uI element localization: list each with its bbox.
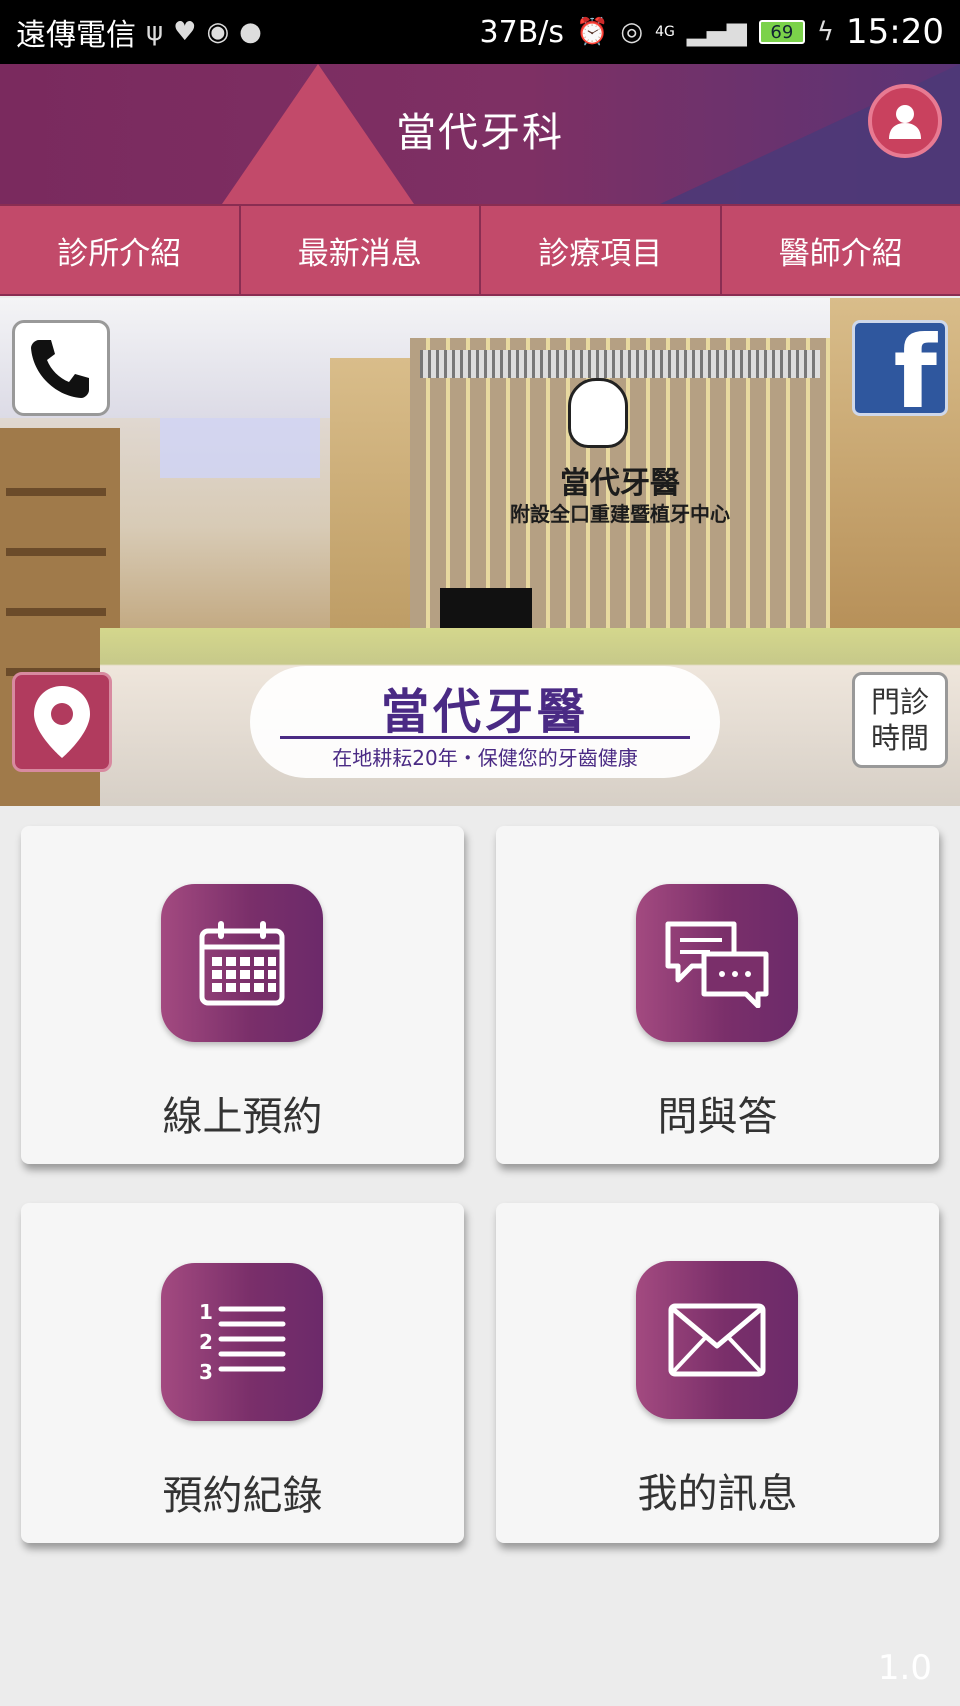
nav-latest-news[interactable]: 最新消息 bbox=[241, 206, 481, 294]
battery-icon: 69 bbox=[758, 20, 805, 44]
main-nav: 診所介紹 最新消息 診療項目 醫師介紹 bbox=[0, 204, 960, 296]
app-header: 當代牙科 bbox=[0, 64, 960, 204]
tile-online-booking[interactable]: 線上預約 bbox=[21, 826, 464, 1164]
wall-sign-subtitle: 附設全口重建暨植牙中心 bbox=[510, 502, 730, 526]
charging-icon: ϟ bbox=[816, 17, 835, 47]
tile-booking-history[interactable]: 1 2 3 預約紀錄 bbox=[21, 1203, 464, 1543]
clinic-sign: 當代牙醫 在地耕耘20年・保健您的牙齒健康 bbox=[250, 666, 720, 778]
call-button[interactable] bbox=[12, 320, 110, 416]
phone-icon bbox=[31, 340, 89, 398]
nav-clinic-intro[interactable]: 診所介紹 bbox=[0, 206, 241, 294]
network-speed: 37B/s bbox=[479, 14, 565, 50]
clinic-sign-subtitle: 在地耕耘20年・保健您的牙齒健康 bbox=[332, 746, 638, 770]
network-type: 4G bbox=[655, 24, 675, 40]
status-bar: 遠傳電信 ψ ♥ ◉ ● 37B/s ⏰ ◎ 4G ▂▄▆ 69 ϟ 15:20 bbox=[0, 0, 960, 64]
clock: 15:20 bbox=[846, 12, 944, 52]
signal-icon: ▂▄▆ bbox=[686, 17, 747, 47]
health-heart-icon: ♥ bbox=[173, 17, 197, 47]
alarm-icon: ⏰ bbox=[576, 17, 609, 47]
tooth-mascot bbox=[568, 378, 628, 448]
user-icon bbox=[889, 105, 921, 139]
facebook-button[interactable]: f bbox=[852, 320, 948, 416]
app-version: 1.0 bbox=[877, 1648, 932, 1688]
tile-qa[interactable]: 問與答 bbox=[496, 826, 939, 1164]
map-location-button[interactable] bbox=[12, 672, 112, 772]
wall-sign: 當代牙醫 bbox=[560, 466, 680, 501]
svg-text:1: 1 bbox=[199, 1300, 213, 1324]
usb-icon: ψ bbox=[146, 17, 164, 47]
tile-label-qa: 問與答 bbox=[657, 1094, 778, 1140]
tile-label-booking-history: 預約紀錄 bbox=[162, 1473, 323, 1519]
shield-icon: ◉ bbox=[206, 17, 230, 47]
hours-label-line1: 門診 bbox=[870, 685, 929, 719]
map-pin-icon bbox=[34, 686, 90, 758]
numbered-list-icon: 1 2 3 bbox=[161, 1263, 323, 1421]
chat-bubbles-icon bbox=[636, 884, 798, 1042]
clinic-hours-button[interactable]: 門診 時間 bbox=[852, 672, 948, 768]
hours-label-line2: 時間 bbox=[870, 721, 929, 755]
calendar-icon bbox=[161, 884, 323, 1042]
tile-my-messages[interactable]: 我的訊息 bbox=[496, 1203, 939, 1543]
svg-text:3: 3 bbox=[199, 1360, 213, 1384]
app-title: 當代牙科 bbox=[396, 110, 564, 156]
facebook-icon: f bbox=[893, 320, 937, 416]
clinic-sign-title: 當代牙醫 bbox=[380, 684, 589, 740]
tile-label-my-messages: 我的訊息 bbox=[637, 1471, 798, 1517]
tile-label-online-booking: 線上預約 bbox=[162, 1094, 323, 1140]
eye-icon: ◎ bbox=[620, 17, 644, 47]
message-icon: ● bbox=[239, 17, 262, 47]
svg-text:2: 2 bbox=[199, 1330, 213, 1354]
envelope-icon bbox=[636, 1261, 798, 1419]
profile-button[interactable] bbox=[868, 84, 942, 158]
nav-treatments[interactable]: 診療項目 bbox=[481, 206, 722, 294]
carrier-name: 遠傳電信 bbox=[16, 18, 136, 53]
clinic-banner-photo: 當代牙醫 附設全口重建暨植牙中心 當代牙醫 在地耕耘20年・保健您的牙齒健康 f… bbox=[0, 298, 960, 806]
nav-doctors[interactable]: 醫師介紹 bbox=[722, 206, 960, 294]
